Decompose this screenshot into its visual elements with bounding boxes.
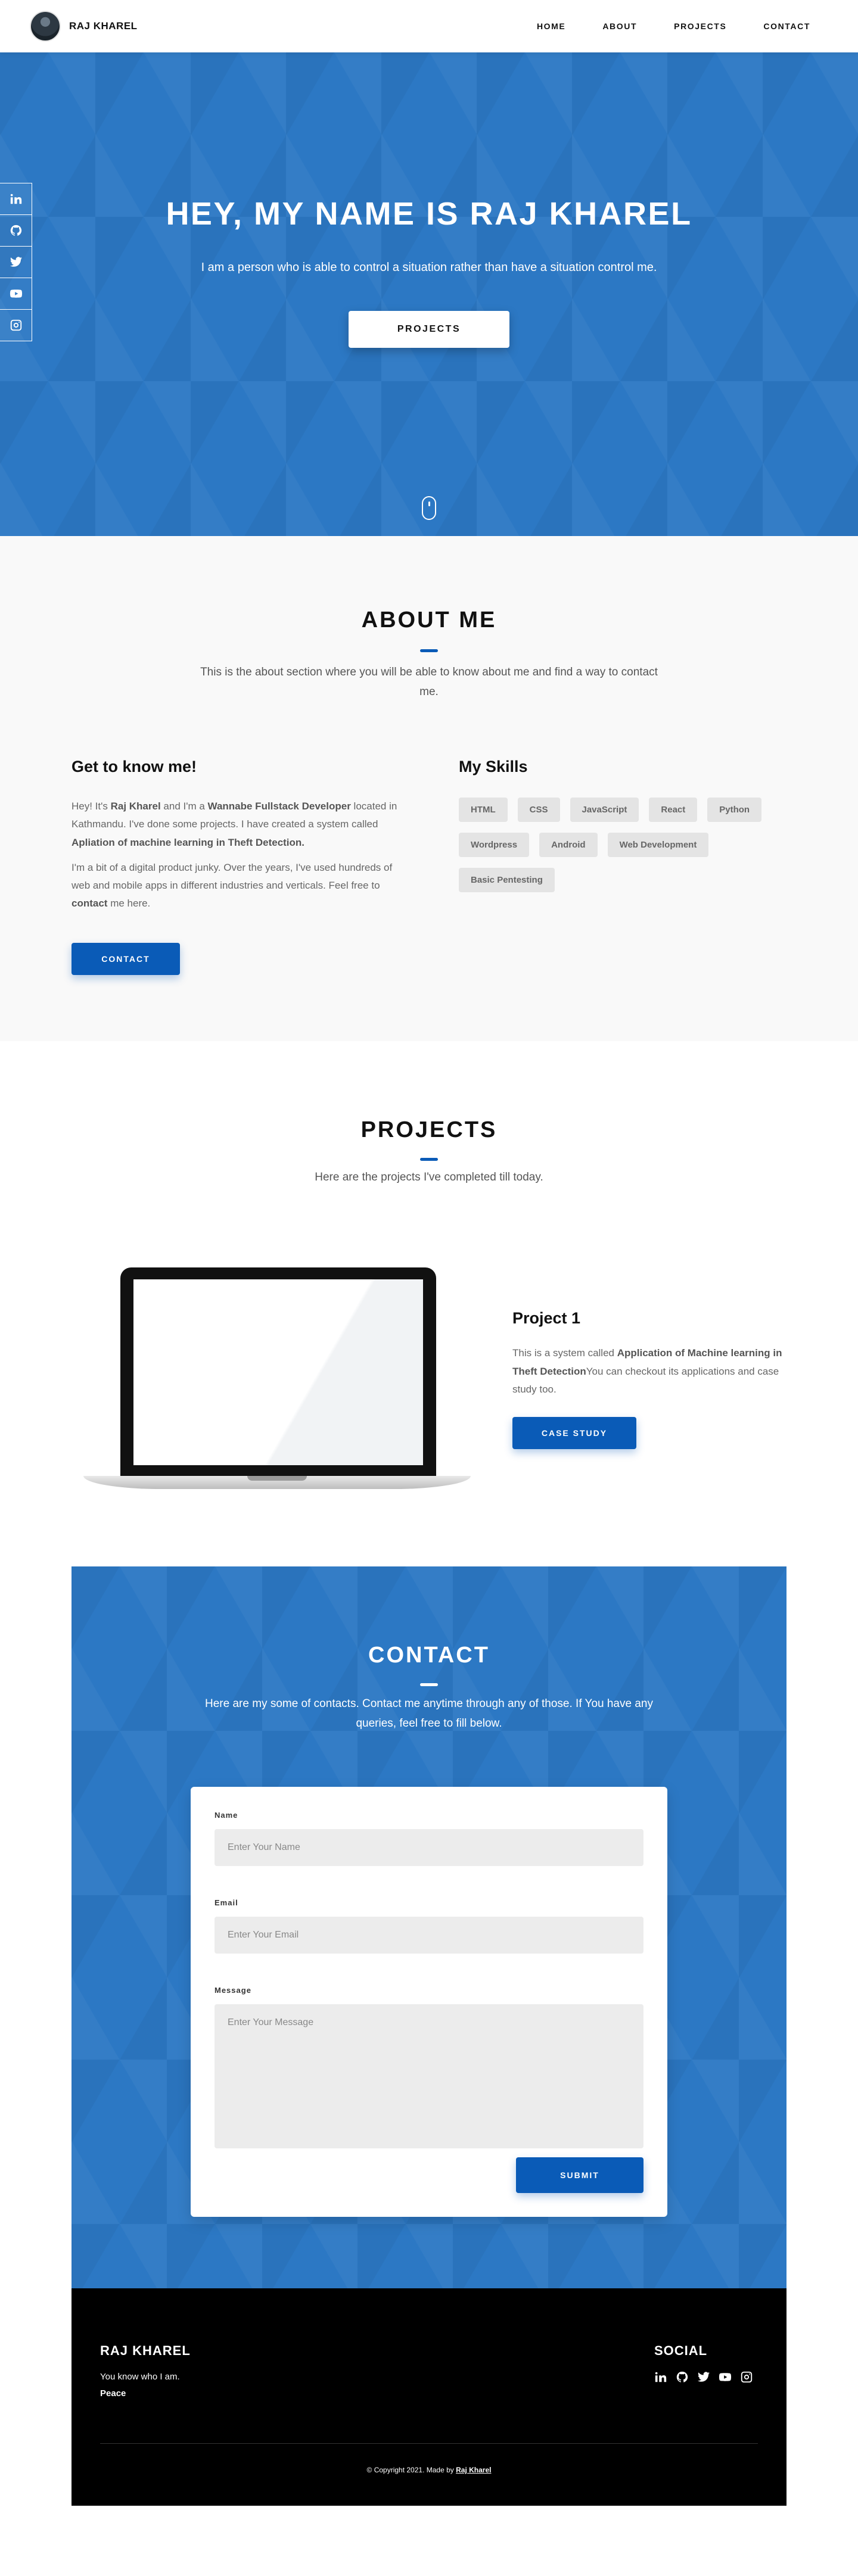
github-icon[interactable] <box>676 2371 689 2384</box>
title-underline <box>420 1158 438 1161</box>
linkedin-icon <box>10 194 21 204</box>
page-bottom-spacer <box>0 2506 858 2576</box>
contact-title: CONTACT <box>368 1643 490 1668</box>
footer-social-title: SOCIAL <box>654 2343 708 2358</box>
footer-tagline: You know who I am. <box>100 2372 180 2382</box>
skills-list: HTML CSS JavaScript React Python Wordpre… <box>459 798 792 892</box>
submit-button[interactable]: SUBMIT <box>516 2157 644 2193</box>
skill-tag: CSS <box>517 798 560 822</box>
twitter-icon <box>10 257 22 267</box>
brand-name[interactable]: RAJ KHAREL <box>69 20 138 32</box>
about-intro: Get to know me! Hey! It's Raj Kharel and… <box>72 758 405 975</box>
message-textarea[interactable] <box>214 2004 644 2148</box>
about-paragraph-1: Hey! It's Raj Kharel and I'm a Wannabe F… <box>72 800 397 848</box>
main-nav: HOME ABOUT PROJECTS CONTACT <box>518 0 858 52</box>
footer-social-icons <box>654 2371 753 2384</box>
title-underline <box>420 649 438 652</box>
site-footer: RAJ KHAREL You know who I am. Peace SOCI… <box>72 2288 786 2506</box>
youtube-icon <box>10 289 22 298</box>
email-input[interactable] <box>214 1917 644 1954</box>
skill-tag: Wordpress <box>459 833 530 857</box>
about-title: ABOUT ME <box>361 608 497 633</box>
message-label: Message <box>214 1986 251 1995</box>
footer-brand: RAJ KHAREL <box>100 2343 191 2358</box>
about-section: ABOUT ME This is the about section where… <box>0 536 858 1041</box>
project-title: Project 1 <box>512 1309 581 1327</box>
footer-peace: Peace <box>100 2388 126 2399</box>
projects-button[interactable]: PROJECTS <box>349 311 509 348</box>
instagram-icon[interactable] <box>740 2371 753 2384</box>
skill-tag: JavaScript <box>570 798 639 822</box>
footer-copyright: © Copyright 2021. Made by Raj Kharel <box>366 2466 492 2474</box>
project-card: Project 1 This is a system called Applic… <box>512 1309 786 1449</box>
email-label: Email <box>214 1898 238 1907</box>
skill-tag: HTML <box>459 798 508 822</box>
projects-section: PROJECTS Here are the projects I've comp… <box>0 1041 858 1566</box>
name-label: Name <box>214 1811 238 1820</box>
about-description: This is the about section where you will… <box>200 666 658 699</box>
github-link[interactable] <box>0 214 32 247</box>
skill-tag: Web Development <box>607 833 709 857</box>
hero-section: HEY, MY NAME IS RAJ KHAREL I am a person… <box>0 52 858 536</box>
footer-divider <box>100 2443 758 2444</box>
contact-description: Here are my some of contacts. Contact me… <box>205 1697 653 1730</box>
about-intro-heading: Get to know me! <box>72 758 197 775</box>
skills-heading: My Skills <box>459 758 528 775</box>
case-study-button[interactable]: CASE STUDY <box>512 1416 636 1449</box>
instagram-icon <box>10 319 21 331</box>
avatar <box>30 11 61 42</box>
instagram-link[interactable] <box>0 309 32 341</box>
contact-section: CONTACT Here are my some of contacts. Co… <box>72 1566 786 2288</box>
skills-panel: My Skills HTML CSS JavaScript React Pyth… <box>459 758 792 892</box>
youtube-icon[interactable] <box>719 2371 732 2384</box>
youtube-link[interactable] <box>0 278 32 310</box>
hero-title: HEY, MY NAME IS RAJ KHAREL <box>166 196 692 232</box>
nav-about[interactable]: ABOUT <box>584 21 655 31</box>
twitter-icon[interactable] <box>697 2371 710 2384</box>
skill-tag: React <box>649 798 698 822</box>
project-image-laptop[interactable] <box>83 1267 471 1493</box>
twitter-link[interactable] <box>0 246 32 278</box>
copyright-author-link[interactable]: Raj Kharel <box>456 2466 491 2474</box>
nav-projects[interactable]: PROJECTS <box>655 21 745 31</box>
contact-button[interactable]: CONTACT <box>72 942 180 975</box>
title-underline <box>420 1683 438 1686</box>
laptop-screen <box>120 1267 436 1476</box>
linkedin-icon[interactable] <box>654 2371 667 2384</box>
github-icon <box>10 225 21 236</box>
skill-tag: Android <box>539 833 598 857</box>
site-header: RAJ KHAREL HOME ABOUT PROJECTS CONTACT <box>0 0 858 52</box>
projects-title: PROJECTS <box>360 1117 498 1142</box>
scroll-down-icon[interactable] <box>422 496 436 520</box>
project-description: This is a system called Application of M… <box>512 1347 782 1396</box>
name-input[interactable] <box>214 1829 644 1866</box>
contact-form: Name Email Message SUBMIT <box>191 1787 667 2217</box>
brand[interactable]: RAJ KHAREL <box>30 11 138 42</box>
about-paragraph-2: I'm a bit of a digital product junky. Ov… <box>72 861 393 909</box>
nav-contact[interactable]: CONTACT <box>745 21 858 31</box>
skill-tag: Python <box>707 798 762 822</box>
side-social-bar <box>0 183 32 341</box>
linkedin-link[interactable] <box>0 183 32 215</box>
hero-subtitle: I am a person who is able to control a s… <box>201 261 657 274</box>
skill-tag: Basic Pentesting <box>459 868 555 892</box>
projects-description: Here are the projects I've completed til… <box>315 1171 543 1183</box>
nav-home[interactable]: HOME <box>518 21 584 31</box>
laptop-notch <box>247 1476 307 1481</box>
laptop-display <box>133 1279 423 1465</box>
